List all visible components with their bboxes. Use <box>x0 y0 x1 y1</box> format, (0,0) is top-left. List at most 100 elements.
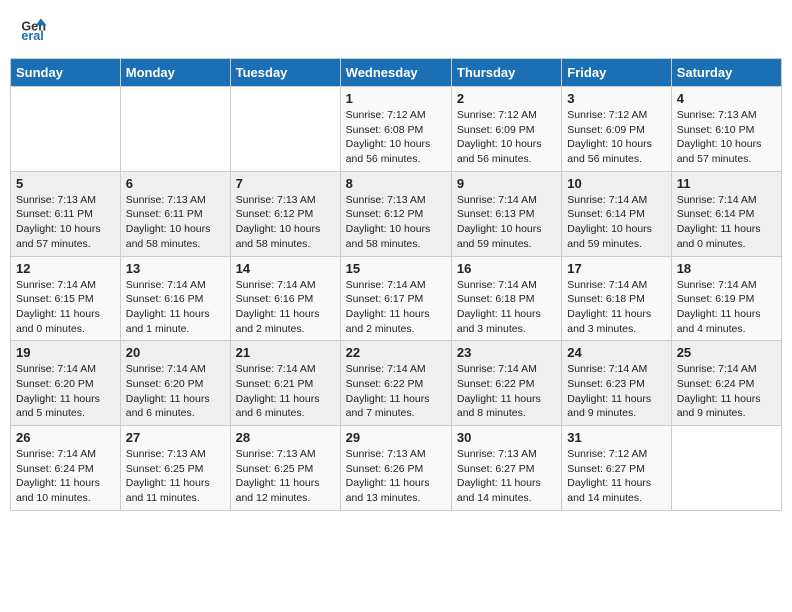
calendar-cell: 29 Sunrise: 7:13 AM Sunset: 6:26 PM Dayli… <box>340 426 451 511</box>
day-info: Sunrise: 7:14 AM Sunset: 6:24 PM Dayligh… <box>16 447 115 506</box>
day-number: 18 <box>677 261 776 276</box>
day-number: 31 <box>567 430 665 445</box>
day-number: 25 <box>677 345 776 360</box>
calendar-cell: 26Sunrise: 7:14 AM Sunset: 6:24 PM Dayli… <box>11 426 121 511</box>
calendar-cell <box>11 87 121 172</box>
day-info: Sunrise: 7:14 AM Sunset: 6:16 PM Dayligh… <box>126 278 225 337</box>
day-number: 9 <box>457 176 556 191</box>
calendar-cell: 4 Sunrise: 7:13 AM Sunset: 6:10 PM Daylig… <box>671 87 781 172</box>
day-info: Sunrise: 7:14 AM Sunset: 6:20 PM Dayligh… <box>126 362 225 421</box>
calendar-cell: 23 Sunrise: 7:14 AM Sunset: 6:22 PM Dayli… <box>451 341 561 426</box>
day-number: 20 <box>126 345 225 360</box>
calendar-cell: 8Sunrise: 7:13 AM Sunset: 6:12 PM Daylig… <box>340 171 451 256</box>
calendar-cell: 18 Sunrise: 7:14 AM Sunset: 6:19 PM Dayli… <box>671 256 781 341</box>
calendar-header-saturday: Saturday <box>671 59 781 87</box>
day-info: Sunrise: 7:13 AM Sunset: 6:26 PM Dayligh… <box>346 447 446 506</box>
calendar-week-row: 5 Sunrise: 7:13 AM Sunset: 6:11 PM Daylig… <box>11 171 782 256</box>
calendar-cell <box>671 426 781 511</box>
day-number: 7 <box>236 176 335 191</box>
day-info: Sunrise: 7:12 AM Sunset: 6:27 PM Dayligh… <box>567 447 665 506</box>
day-info: Sunrise: 7:13 AM Sunset: 6:11 PM Dayligh… <box>16 193 115 252</box>
calendar-week-row: 1 Sunrise: 7:12 AM Sunset: 6:08 PM Daylig… <box>11 87 782 172</box>
day-info: Sunrise: 7:14 AM Sunset: 6:18 PM Dayligh… <box>567 278 665 337</box>
day-info: Sunrise: 7:14 AM Sunset: 6:22 PM Dayligh… <box>457 362 556 421</box>
calendar-cell: 12 Sunrise: 7:14 AM Sunset: 6:15 PM Dayli… <box>11 256 121 341</box>
day-info: Sunrise: 7:13 AM Sunset: 6:25 PM Dayligh… <box>126 447 225 506</box>
day-number: 29 <box>346 430 446 445</box>
day-number: 3 <box>567 91 665 106</box>
day-info: Sunrise: 7:14 AM Sunset: 6:22 PM Dayligh… <box>346 362 446 421</box>
day-info: Sunrise: 7:13 AM Sunset: 6:12 PM Dayligh… <box>236 193 335 252</box>
logo: Gen eral <box>20 15 52 43</box>
calendar-cell <box>120 87 230 172</box>
calendar-cell: 22 Sunrise: 7:14 AM Sunset: 6:22 PM Dayli… <box>340 341 451 426</box>
calendar-cell: 7 Sunrise: 7:13 AM Sunset: 6:12 PM Daylig… <box>230 171 340 256</box>
day-number: 13 <box>126 261 225 276</box>
calendar-week-row: 12 Sunrise: 7:14 AM Sunset: 6:15 PM Dayli… <box>11 256 782 341</box>
day-number: 15 <box>346 261 446 276</box>
calendar-header-wednesday: Wednesday <box>340 59 451 87</box>
calendar-cell: 24 Sunrise: 7:14 AM Sunset: 6:23 PM Dayli… <box>562 341 671 426</box>
day-number: 23 <box>457 345 556 360</box>
calendar-cell: 25 Sunrise: 7:14 AM Sunset: 6:24 PM Dayli… <box>671 341 781 426</box>
day-number: 4 <box>677 91 776 106</box>
calendar-cell: 19Sunrise: 7:14 AM Sunset: 6:20 PM Dayli… <box>11 341 121 426</box>
calendar-header-thursday: Thursday <box>451 59 561 87</box>
day-info: Sunrise: 7:13 AM Sunset: 6:10 PM Dayligh… <box>677 108 776 167</box>
calendar-cell: 9 Sunrise: 7:14 AM Sunset: 6:13 PM Daylig… <box>451 171 561 256</box>
day-info: Sunrise: 7:12 AM Sunset: 6:08 PM Dayligh… <box>346 108 446 167</box>
day-info: Sunrise: 7:13 AM Sunset: 6:11 PM Dayligh… <box>126 193 225 252</box>
calendar-header-monday: Monday <box>120 59 230 87</box>
calendar-cell: 11Sunrise: 7:14 AM Sunset: 6:14 PM Dayli… <box>671 171 781 256</box>
day-info: Sunrise: 7:14 AM Sunset: 6:23 PM Dayligh… <box>567 362 665 421</box>
day-info: Sunrise: 7:14 AM Sunset: 6:15 PM Dayligh… <box>16 278 115 337</box>
calendar-cell: 17Sunrise: 7:14 AM Sunset: 6:18 PM Dayli… <box>562 256 671 341</box>
calendar-cell: 10Sunrise: 7:14 AM Sunset: 6:14 PM Dayli… <box>562 171 671 256</box>
calendar-cell: 20 Sunrise: 7:14 AM Sunset: 6:20 PM Dayli… <box>120 341 230 426</box>
day-number: 28 <box>236 430 335 445</box>
logo-icon: Gen eral <box>20 15 48 43</box>
calendar-cell: 3 Sunrise: 7:12 AM Sunset: 6:09 PM Daylig… <box>562 87 671 172</box>
page-header: Gen eral <box>10 10 782 48</box>
day-number: 22 <box>346 345 446 360</box>
day-info: Sunrise: 7:14 AM Sunset: 6:18 PM Dayligh… <box>457 278 556 337</box>
calendar-cell: 31 Sunrise: 7:12 AM Sunset: 6:27 PM Dayli… <box>562 426 671 511</box>
day-number: 10 <box>567 176 665 191</box>
day-number: 21 <box>236 345 335 360</box>
calendar-header-sunday: Sunday <box>11 59 121 87</box>
calendar-header-tuesday: Tuesday <box>230 59 340 87</box>
day-info: Sunrise: 7:12 AM Sunset: 6:09 PM Dayligh… <box>457 108 556 167</box>
calendar-cell: 2Sunrise: 7:12 AM Sunset: 6:09 PM Daylig… <box>451 87 561 172</box>
day-number: 14 <box>236 261 335 276</box>
svg-text:eral: eral <box>21 29 43 43</box>
calendar-header-row: SundayMondayTuesdayWednesdayThursdayFrid… <box>11 59 782 87</box>
day-number: 1 <box>346 91 446 106</box>
day-info: Sunrise: 7:14 AM Sunset: 6:20 PM Dayligh… <box>16 362 115 421</box>
calendar-header-friday: Friday <box>562 59 671 87</box>
day-info: Sunrise: 7:14 AM Sunset: 6:13 PM Dayligh… <box>457 193 556 252</box>
day-number: 11 <box>677 176 776 191</box>
day-number: 6 <box>126 176 225 191</box>
calendar-cell: 1 Sunrise: 7:12 AM Sunset: 6:08 PM Daylig… <box>340 87 451 172</box>
calendar-cell: 28 Sunrise: 7:13 AM Sunset: 6:25 PM Dayli… <box>230 426 340 511</box>
day-info: Sunrise: 7:14 AM Sunset: 6:16 PM Dayligh… <box>236 278 335 337</box>
calendar-cell: 16Sunrise: 7:14 AM Sunset: 6:18 PM Dayli… <box>451 256 561 341</box>
day-number: 12 <box>16 261 115 276</box>
calendar-cell: 30Sunrise: 7:13 AM Sunset: 6:27 PM Dayli… <box>451 426 561 511</box>
day-info: Sunrise: 7:14 AM Sunset: 6:21 PM Dayligh… <box>236 362 335 421</box>
calendar-week-row: 19Sunrise: 7:14 AM Sunset: 6:20 PM Dayli… <box>11 341 782 426</box>
calendar-table: SundayMondayTuesdayWednesdayThursdayFrid… <box>10 58 782 511</box>
calendar-cell: 21 Sunrise: 7:14 AM Sunset: 6:21 PM Dayli… <box>230 341 340 426</box>
day-info: Sunrise: 7:12 AM Sunset: 6:09 PM Dayligh… <box>567 108 665 167</box>
day-info: Sunrise: 7:13 AM Sunset: 6:25 PM Dayligh… <box>236 447 335 506</box>
calendar-cell: 13 Sunrise: 7:14 AM Sunset: 6:16 PM Dayli… <box>120 256 230 341</box>
calendar-cell: 6 Sunrise: 7:13 AM Sunset: 6:11 PM Daylig… <box>120 171 230 256</box>
day-number: 24 <box>567 345 665 360</box>
day-info: Sunrise: 7:14 AM Sunset: 6:17 PM Dayligh… <box>346 278 446 337</box>
day-info: Sunrise: 7:14 AM Sunset: 6:19 PM Dayligh… <box>677 278 776 337</box>
calendar-cell <box>230 87 340 172</box>
calendar-cell: 15 Sunrise: 7:14 AM Sunset: 6:17 PM Dayli… <box>340 256 451 341</box>
day-info: Sunrise: 7:14 AM Sunset: 6:24 PM Dayligh… <box>677 362 776 421</box>
calendar-cell: 5 Sunrise: 7:13 AM Sunset: 6:11 PM Daylig… <box>11 171 121 256</box>
day-number: 5 <box>16 176 115 191</box>
